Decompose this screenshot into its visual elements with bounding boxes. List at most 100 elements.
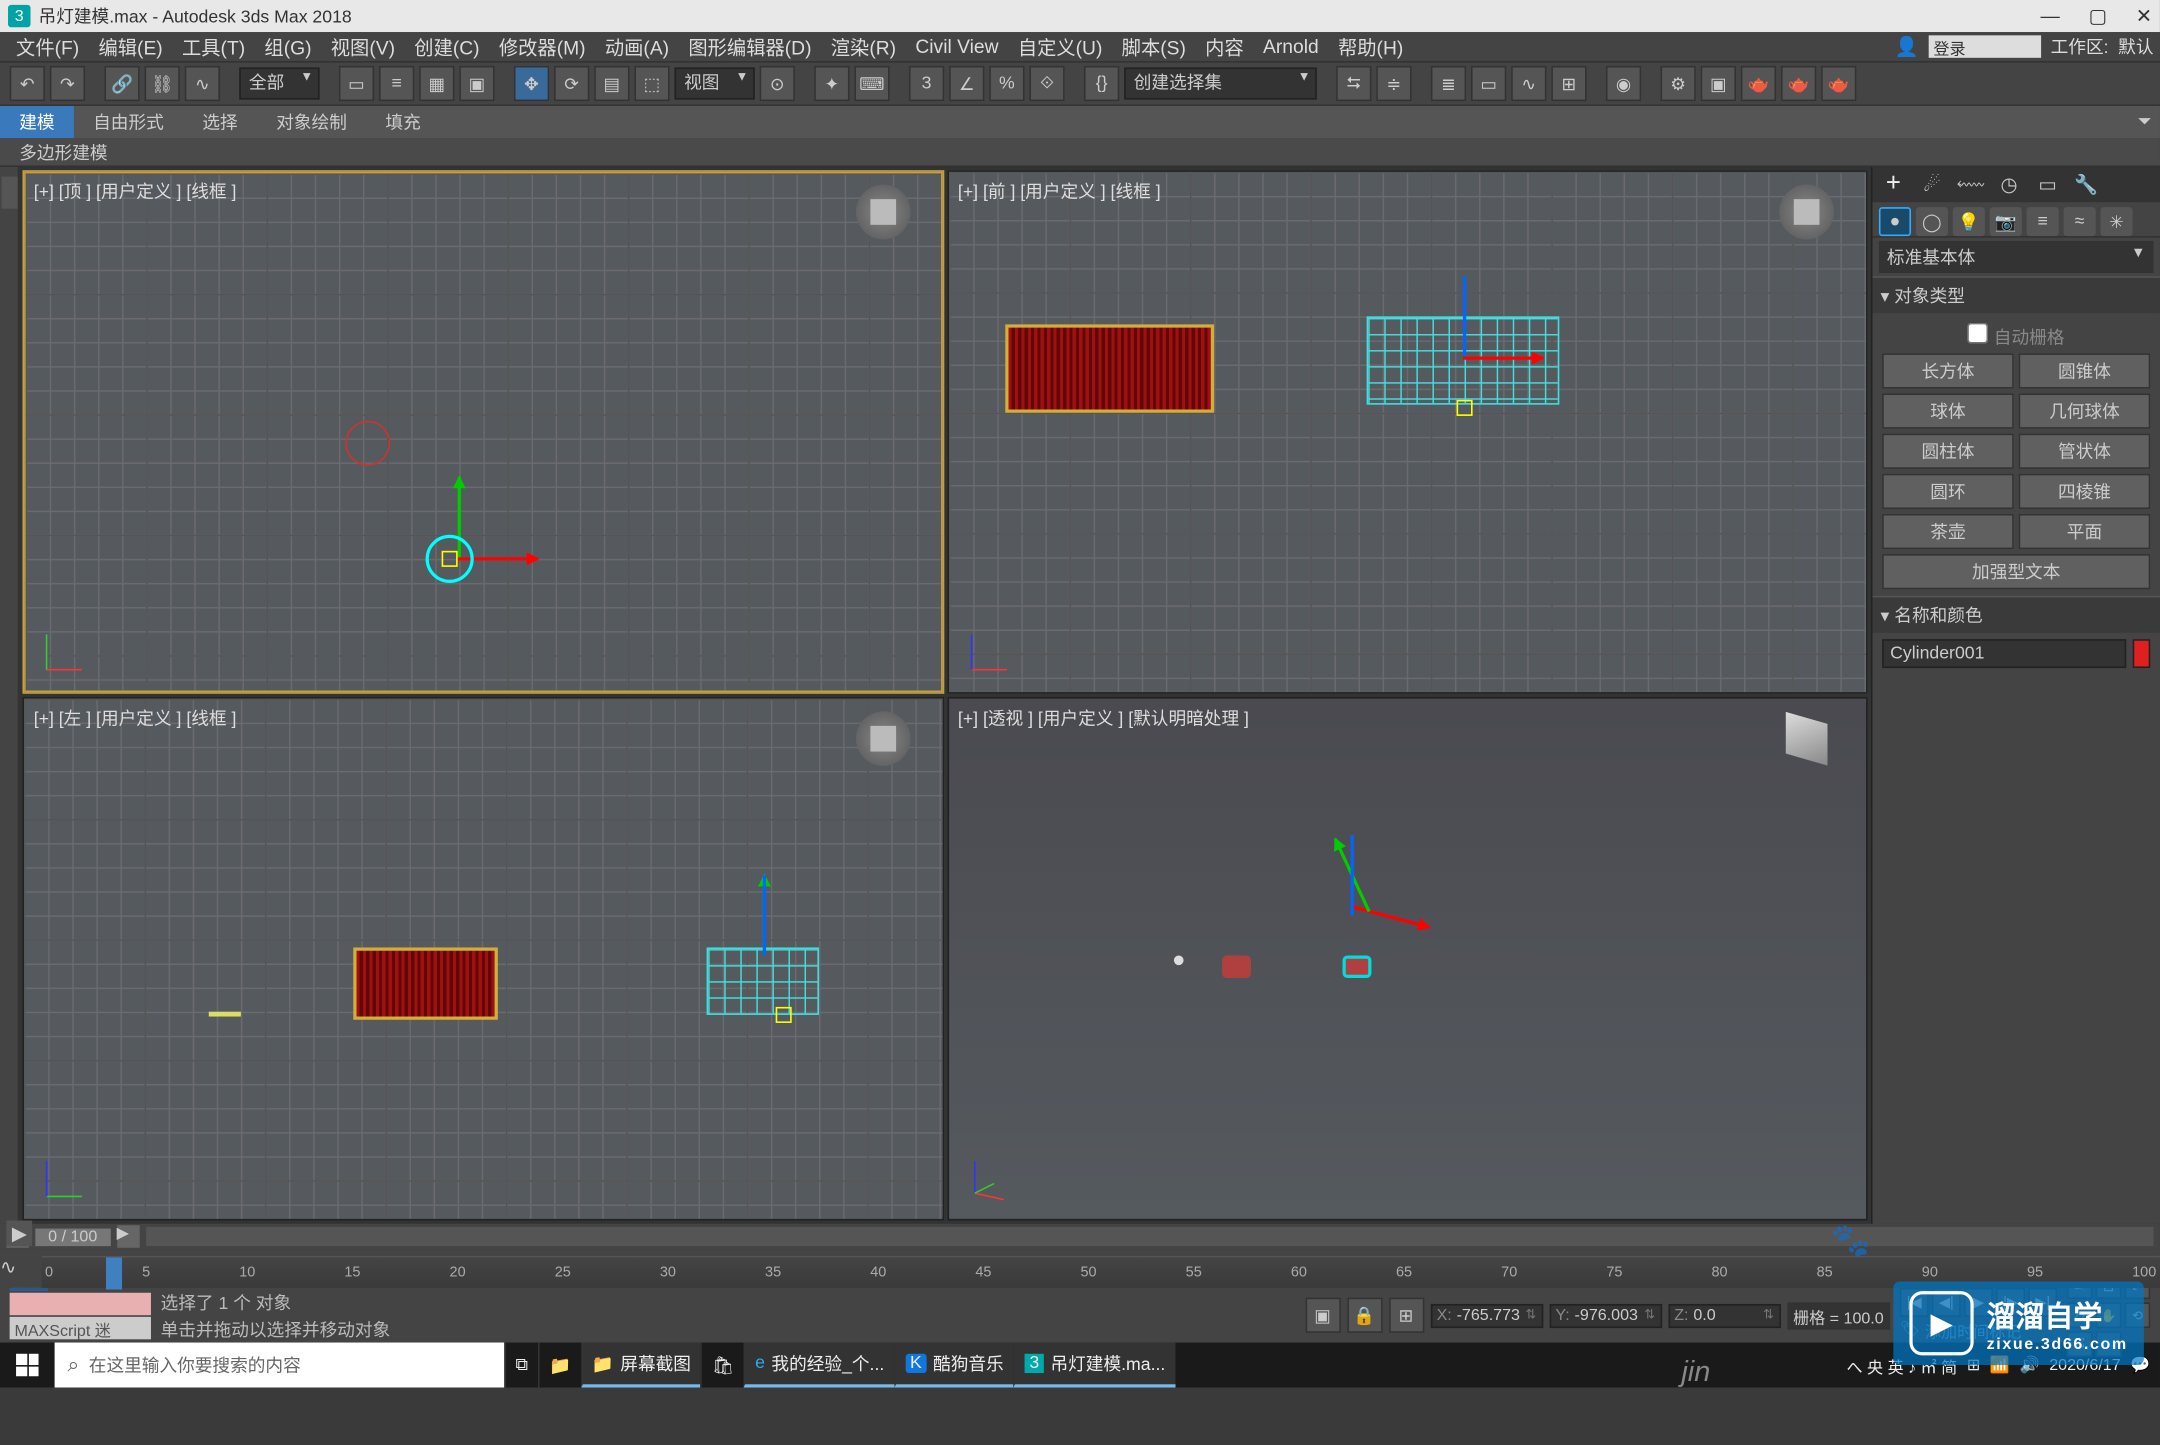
select-name-button[interactable]: ≡ xyxy=(379,66,414,101)
cat-spacewarps-button[interactable]: ≈ xyxy=(2064,207,2096,236)
named-selection-dropdown[interactable]: 创建选择集 xyxy=(1124,67,1317,99)
prim-box-button[interactable]: 长方体 xyxy=(1882,353,2014,388)
menu-content[interactable]: 内容 xyxy=(1196,33,1254,60)
curve-mini-icon[interactable]: ∿ xyxy=(0,1256,42,1288)
undo-button[interactable]: ↶ xyxy=(10,66,45,101)
render-button[interactable]: 🫖 xyxy=(1741,66,1776,101)
timeslider-next-button[interactable]: ▶ xyxy=(117,1225,139,1247)
menu-create[interactable]: 创建(C) xyxy=(405,33,490,60)
gizmo-x-axis[interactable] xyxy=(1351,905,1429,929)
coord-z-field[interactable]: Z:0.0⇅ xyxy=(1668,1303,1780,1327)
prim-plane-button[interactable]: 平面 xyxy=(2019,514,2151,549)
taskbar-explorer[interactable]: 📁 xyxy=(538,1343,581,1388)
viewcube-persp[interactable] xyxy=(1779,711,1834,766)
prim-teapot-button[interactable]: 茶壶 xyxy=(1882,514,2014,549)
ribbon-tab-freeform[interactable]: 自由形式 xyxy=(74,106,183,138)
gizmo-center[interactable] xyxy=(442,551,458,567)
render-iter-button[interactable]: 🫖 xyxy=(1821,66,1856,101)
object-color-swatch[interactable] xyxy=(2133,639,2151,668)
prim-cone-button[interactable]: 圆锥体 xyxy=(2019,353,2151,388)
align-button[interactable]: ≑ xyxy=(1376,66,1411,101)
percent-snap-button[interactable]: % xyxy=(989,66,1024,101)
menu-customize[interactable]: 自定义(U) xyxy=(1008,33,1112,60)
viewport-play-icon[interactable]: ▶ xyxy=(6,1220,32,1246)
cat-helpers-button[interactable]: ≡ xyxy=(2027,207,2059,236)
menu-scripting[interactable]: 脚本(S) xyxy=(1112,33,1196,60)
minimize-button[interactable]: — xyxy=(2040,5,2059,27)
viewport-top[interactable]: [+] [顶 ] [用户定义 ] [线框 ] xyxy=(22,170,943,694)
lock-icon[interactable]: 🔒 xyxy=(1347,1298,1382,1333)
gizmo-center[interactable] xyxy=(1456,400,1472,416)
link-button[interactable]: 🔗 xyxy=(104,66,139,101)
cmdtab-utilities[interactable]: 🔧 xyxy=(2072,170,2101,199)
viewcube-left[interactable] xyxy=(855,711,910,766)
render-prod-button[interactable]: 🫖 xyxy=(1781,66,1816,101)
rollout-namecolor[interactable]: 名称和颜色 xyxy=(1872,596,2159,633)
placement-button[interactable]: ⬚ xyxy=(634,66,669,101)
start-button[interactable] xyxy=(0,1343,55,1388)
redo-button[interactable]: ↷ xyxy=(50,66,85,101)
prim-torus-button[interactable]: 圆环 xyxy=(1882,474,2014,509)
editnamed-button[interactable]: {} xyxy=(1084,66,1119,101)
viewport-left[interactable]: [+] [左 ] [用户定义 ] [线框 ] xyxy=(22,697,943,1221)
prim-pyramid-button[interactable]: 四棱锥 xyxy=(2019,474,2151,509)
autogrid-checkbox[interactable] xyxy=(1968,323,1989,344)
refcoord-dropdown[interactable]: 视图 xyxy=(674,67,754,99)
cmdtab-create[interactable]: + xyxy=(1879,170,1908,199)
render-frame-button[interactable]: ▣ xyxy=(1701,66,1736,101)
menu-grapheditors[interactable]: 图形编辑器(D) xyxy=(679,33,821,60)
menu-edit[interactable]: 编辑(E) xyxy=(89,33,173,60)
taskbar-item-store[interactable]: 🛍 xyxy=(701,1343,744,1388)
menu-help[interactable]: 帮助(H) xyxy=(1328,33,1413,60)
ribbon-tab-selection[interactable]: 选择 xyxy=(183,106,257,138)
selection-filter-dropdown[interactable]: 全部 xyxy=(239,67,319,99)
taskbar-search[interactable]: ⌕ 在这里输入你要搜索的内容 xyxy=(55,1343,505,1388)
menu-tools[interactable]: 工具(T) xyxy=(172,33,254,60)
pivot-button[interactable]: ⊙ xyxy=(760,66,795,101)
cmdtab-display[interactable]: ▭ xyxy=(2033,170,2062,199)
rotate-button[interactable]: ⟳ xyxy=(554,66,589,101)
left-tool-1[interactable] xyxy=(1,177,17,209)
viewport-persp-label[interactable]: [+] [透视 ] [用户定义 ] [默认明暗处理 ] xyxy=(958,705,1249,731)
gizmo-x-axis[interactable] xyxy=(1462,357,1542,360)
gizmo-z-axis[interactable] xyxy=(763,875,766,955)
viewcube-front[interactable] xyxy=(1779,185,1834,240)
render-setup-button[interactable]: ⚙ xyxy=(1661,66,1696,101)
close-button[interactable]: ✕ xyxy=(2136,5,2152,27)
menu-modifiers[interactable]: 修改器(M) xyxy=(489,33,595,60)
cmdtab-modify[interactable]: ☄ xyxy=(1917,170,1946,199)
viewport-top-label[interactable]: [+] [顶 ] [用户定义 ] [线框 ] xyxy=(34,178,237,204)
menu-arnold[interactable]: Arnold xyxy=(1253,35,1328,57)
spinner-snap-button[interactable]: ⟐ xyxy=(1029,66,1064,101)
taskbar-item-kugou[interactable]: K酷狗音乐 xyxy=(894,1343,1013,1388)
status-pink-field[interactable] xyxy=(10,1292,151,1314)
rollout-objecttype[interactable]: 对象类型 xyxy=(1872,276,2159,313)
maxscript-listener[interactable]: MAXScript 迷 xyxy=(10,1316,151,1338)
prim-textplus-button[interactable]: 加强型文本 xyxy=(1882,554,2150,589)
viewport-perspective[interactable]: [+] [透视 ] [用户定义 ] [默认明暗处理 ] xyxy=(947,697,1868,1221)
cat-geometry-button[interactable]: ● xyxy=(1879,207,1911,236)
maximize-button[interactable]: ▢ xyxy=(2089,5,2107,27)
bind-button[interactable]: ∿ xyxy=(185,66,220,101)
prim-geosphere-button[interactable]: 几何球体 xyxy=(2019,393,2151,428)
viewcube-top[interactable] xyxy=(855,185,910,240)
isolate-icon[interactable]: ▣ xyxy=(1305,1298,1340,1333)
viewport-front-label[interactable]: [+] [前 ] [用户定义 ] [线框 ] xyxy=(958,178,1161,204)
coord-y-field[interactable]: Y:-976.003⇅ xyxy=(1549,1303,1661,1327)
manipulate-button[interactable]: ✦ xyxy=(814,66,849,101)
mirror-button[interactable]: ⮀ xyxy=(1336,66,1371,101)
move-button[interactable]: ✥ xyxy=(514,66,549,101)
schematic-button[interactable]: ⊞ xyxy=(1551,66,1586,101)
ribbon-tab-modeling[interactable]: 建模 xyxy=(0,106,74,138)
toggle-ribbon-button[interactable]: ▭ xyxy=(1471,66,1506,101)
ribbon-tab-populate[interactable]: 填充 xyxy=(366,106,440,138)
cmdtab-motion[interactable]: ◷ xyxy=(1995,170,2024,199)
taskbar-item-3dsmax[interactable]: 3吊灯建模.ma... xyxy=(1013,1343,1175,1388)
menu-rendering[interactable]: 渲染(R) xyxy=(821,33,906,60)
primitive-set-dropdown[interactable]: 标准基本体 xyxy=(1879,241,2154,273)
angle-snap-button[interactable]: ∠ xyxy=(949,66,984,101)
timeslider-handle[interactable]: 0 / 100 xyxy=(35,1228,110,1246)
menu-views[interactable]: 视图(V) xyxy=(321,33,405,60)
prim-tube-button[interactable]: 管状体 xyxy=(2019,434,2151,469)
menu-animation[interactable]: 动画(A) xyxy=(595,33,679,60)
